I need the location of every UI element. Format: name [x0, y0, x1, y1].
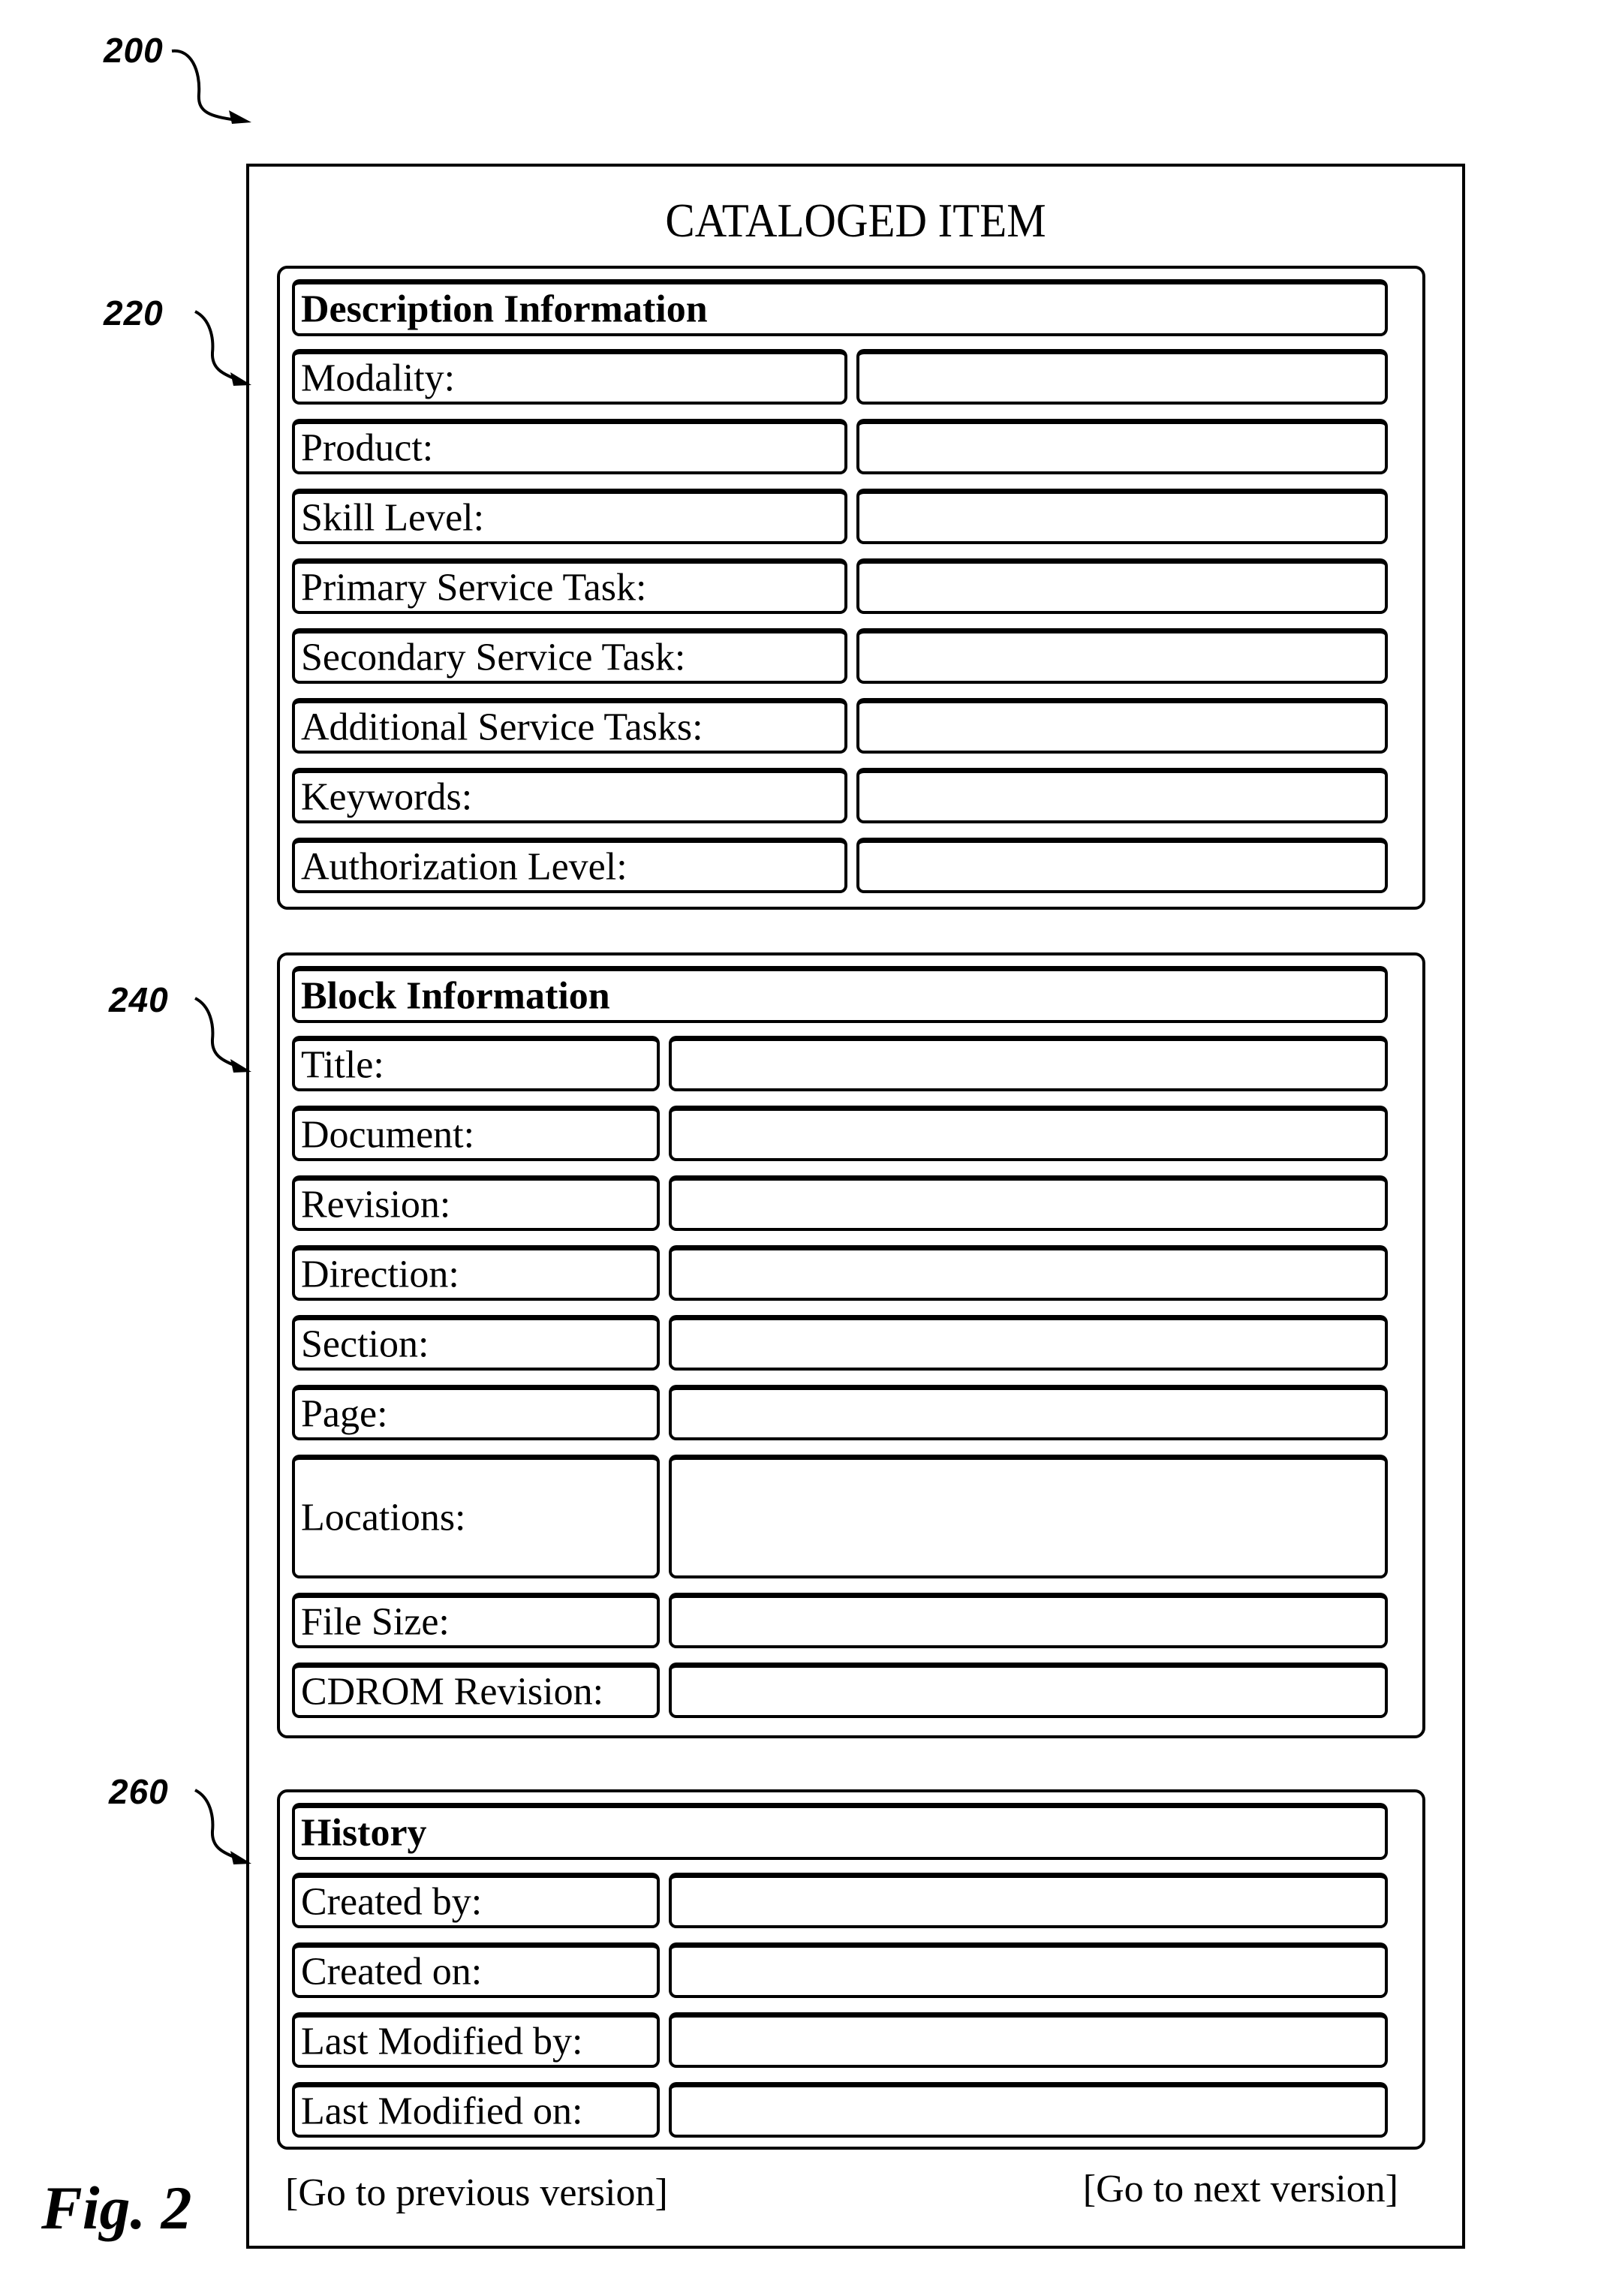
field-label-box: Skill Level:: [292, 489, 847, 544]
field-label: Section:: [301, 1323, 429, 1365]
field-value-input[interactable]: [669, 1315, 1388, 1371]
cataloged-item-window: CATALOGED ITEM Description Information Mo…: [246, 164, 1465, 2249]
section-header-text: Description Information: [301, 287, 708, 330]
field-label-box: Modality:: [292, 349, 847, 405]
field-label: Secondary Service Task:: [301, 636, 686, 679]
field-label-box: Primary Service Task:: [292, 558, 847, 614]
field-label-box: Created by:: [292, 1873, 660, 1928]
history-section: History Created by: Created on: Last Modifi…: [277, 1789, 1425, 2150]
block-section-header: Block Information: [292, 966, 1388, 1023]
block-information-section: Block Information Title: Document: Revision…: [277, 952, 1425, 1738]
field-label-box: Document:: [292, 1106, 660, 1161]
field-value-input[interactable]: [669, 1245, 1388, 1301]
field-label-box: Last Modified by:: [292, 2012, 660, 2068]
field-label: Created by:: [301, 1880, 483, 1923]
field-label-box: Authorization Level:: [292, 838, 847, 893]
field-label-box: Additional Service Tasks:: [292, 698, 847, 754]
field-label: Direction:: [301, 1253, 459, 1295]
field-label: Document:: [301, 1113, 475, 1156]
field-label: Product:: [301, 426, 434, 469]
field-label-box: Secondary Service Task:: [292, 628, 847, 684]
section-header-text: History: [301, 1811, 427, 1854]
section-header-text: Block Information: [301, 974, 610, 1017]
field-value-input[interactable]: [669, 1385, 1388, 1440]
description-information-section: Description Information Modality: Product:…: [277, 266, 1425, 910]
field-value-input[interactable]: [669, 1593, 1388, 1648]
field-value-input[interactable]: [669, 1942, 1388, 1998]
field-label: Title:: [301, 1043, 384, 1086]
field-label-box: Last Modified on:: [292, 2082, 660, 2138]
field-label: Last Modified by:: [301, 2020, 583, 2063]
field-value-input[interactable]: [669, 1873, 1388, 1928]
ref-numeral-220: 220: [104, 293, 164, 333]
field-label: File Size:: [301, 1600, 450, 1643]
field-value-input[interactable]: [856, 489, 1388, 544]
field-label: Additional Service Tasks:: [301, 706, 703, 748]
description-section-header: Description Information: [292, 279, 1388, 336]
field-label: Authorization Level:: [301, 845, 627, 888]
field-value-input[interactable]: [669, 1663, 1388, 1718]
field-value-input[interactable]: [856, 628, 1388, 684]
ref-numeral-260: 260: [109, 1772, 169, 1811]
field-value-input[interactable]: [669, 1455, 1388, 1578]
window-title: CATALOGED ITEM: [665, 194, 1046, 247]
field-value-input[interactable]: [669, 1036, 1388, 1091]
field-label-box: Direction:: [292, 1245, 660, 1301]
field-value-input[interactable]: [856, 838, 1388, 893]
field-label-box: Product:: [292, 419, 847, 474]
ref-numeral-200: 200: [104, 31, 164, 70]
field-value-input[interactable]: [856, 698, 1388, 754]
go-to-next-version-link[interactable]: [Go to next version]: [1083, 2167, 1398, 2211]
leader-arrow-200-icon: [171, 49, 251, 124]
field-value-input[interactable]: [669, 1106, 1388, 1161]
field-value-input[interactable]: [669, 2012, 1388, 2068]
field-value-input[interactable]: [669, 1175, 1388, 1231]
field-label: Primary Service Task:: [301, 566, 647, 609]
field-label: Revision:: [301, 1183, 451, 1226]
field-label: Page:: [301, 1392, 388, 1435]
field-label-box: Revision:: [292, 1175, 660, 1231]
field-label-box: Keywords:: [292, 768, 847, 823]
field-label-box: Title:: [292, 1036, 660, 1091]
field-label-box: CDROM Revision:: [292, 1663, 660, 1718]
field-value-input[interactable]: [669, 2082, 1388, 2138]
field-label-box: Page:: [292, 1385, 660, 1440]
field-label-box: Created on:: [292, 1942, 660, 1998]
field-label-box: Section:: [292, 1315, 660, 1371]
field-value-input[interactable]: [856, 768, 1388, 823]
history-section-header: History: [292, 1803, 1388, 1860]
field-label-box: Locations:: [292, 1455, 660, 1578]
field-value-input[interactable]: [856, 558, 1388, 614]
field-label: Last Modified on:: [301, 2090, 583, 2132]
go-to-previous-version-link[interactable]: [Go to previous version]: [285, 2171, 668, 2215]
field-label: Modality:: [301, 357, 456, 399]
field-value-input[interactable]: [856, 419, 1388, 474]
field-label: Created on:: [301, 1950, 483, 1993]
field-label: Locations:: [301, 1496, 466, 1539]
field-label: Skill Level:: [301, 496, 485, 539]
field-label-box: File Size:: [292, 1593, 660, 1648]
figure-label: Fig. 2: [41, 2174, 192, 2242]
ref-numeral-240: 240: [109, 980, 169, 1019]
field-value-input[interactable]: [856, 349, 1388, 405]
field-label: Keywords:: [301, 775, 473, 818]
field-label: CDROM Revision:: [301, 1670, 604, 1713]
